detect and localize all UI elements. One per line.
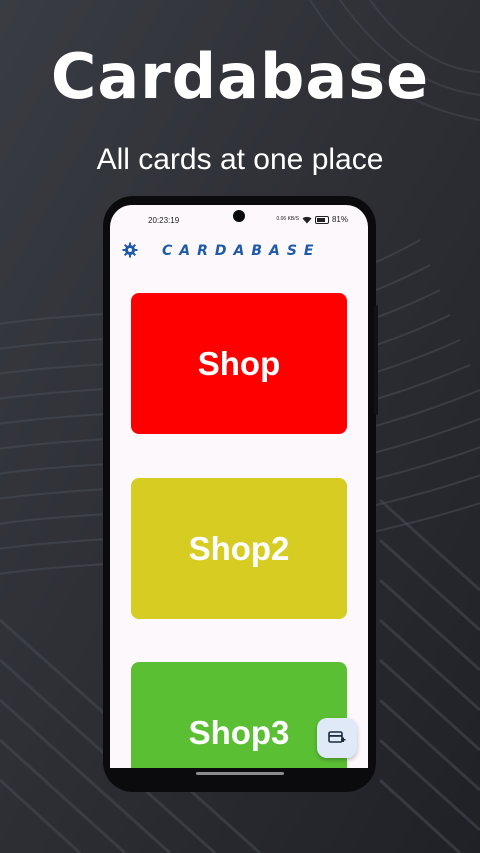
card-label: Shop3 [188, 713, 290, 751]
gear-icon[interactable] [122, 242, 138, 258]
home-indicator[interactable] [196, 772, 284, 775]
card-item[interactable]: Shop2 [131, 478, 347, 619]
card-item[interactable]: Shop3 [131, 662, 347, 768]
network-speed: 0.06 KB/S [276, 216, 299, 222]
phone-screen: 20:23:19 0.06 KB/S 81% CARDABASE Shop Sh… [110, 205, 368, 768]
status-time: 20:23:19 [148, 216, 180, 225]
add-card-icon [328, 731, 346, 743]
card-label: Shop [197, 344, 281, 382]
status-bar: 20:23:19 0.06 KB/S 81% [110, 205, 368, 237]
page-title: Cardabase [50, 40, 430, 113]
battery-icon [314, 215, 329, 224]
front-camera [233, 210, 245, 222]
wifi-icon [302, 216, 312, 223]
card-item[interactable]: Shop [131, 293, 347, 434]
tagline: All cards at one place [96, 143, 384, 176]
add-card-button[interactable] [317, 718, 357, 758]
app-bar: CARDABASE [110, 239, 368, 263]
phone-side-button [374, 305, 378, 415]
app-logo: CARDABASE [162, 243, 321, 259]
status-icons: 0.06 KB/S 81% [276, 215, 348, 224]
battery-level: 81% [331, 215, 348, 224]
card-label: Shop2 [188, 529, 290, 567]
